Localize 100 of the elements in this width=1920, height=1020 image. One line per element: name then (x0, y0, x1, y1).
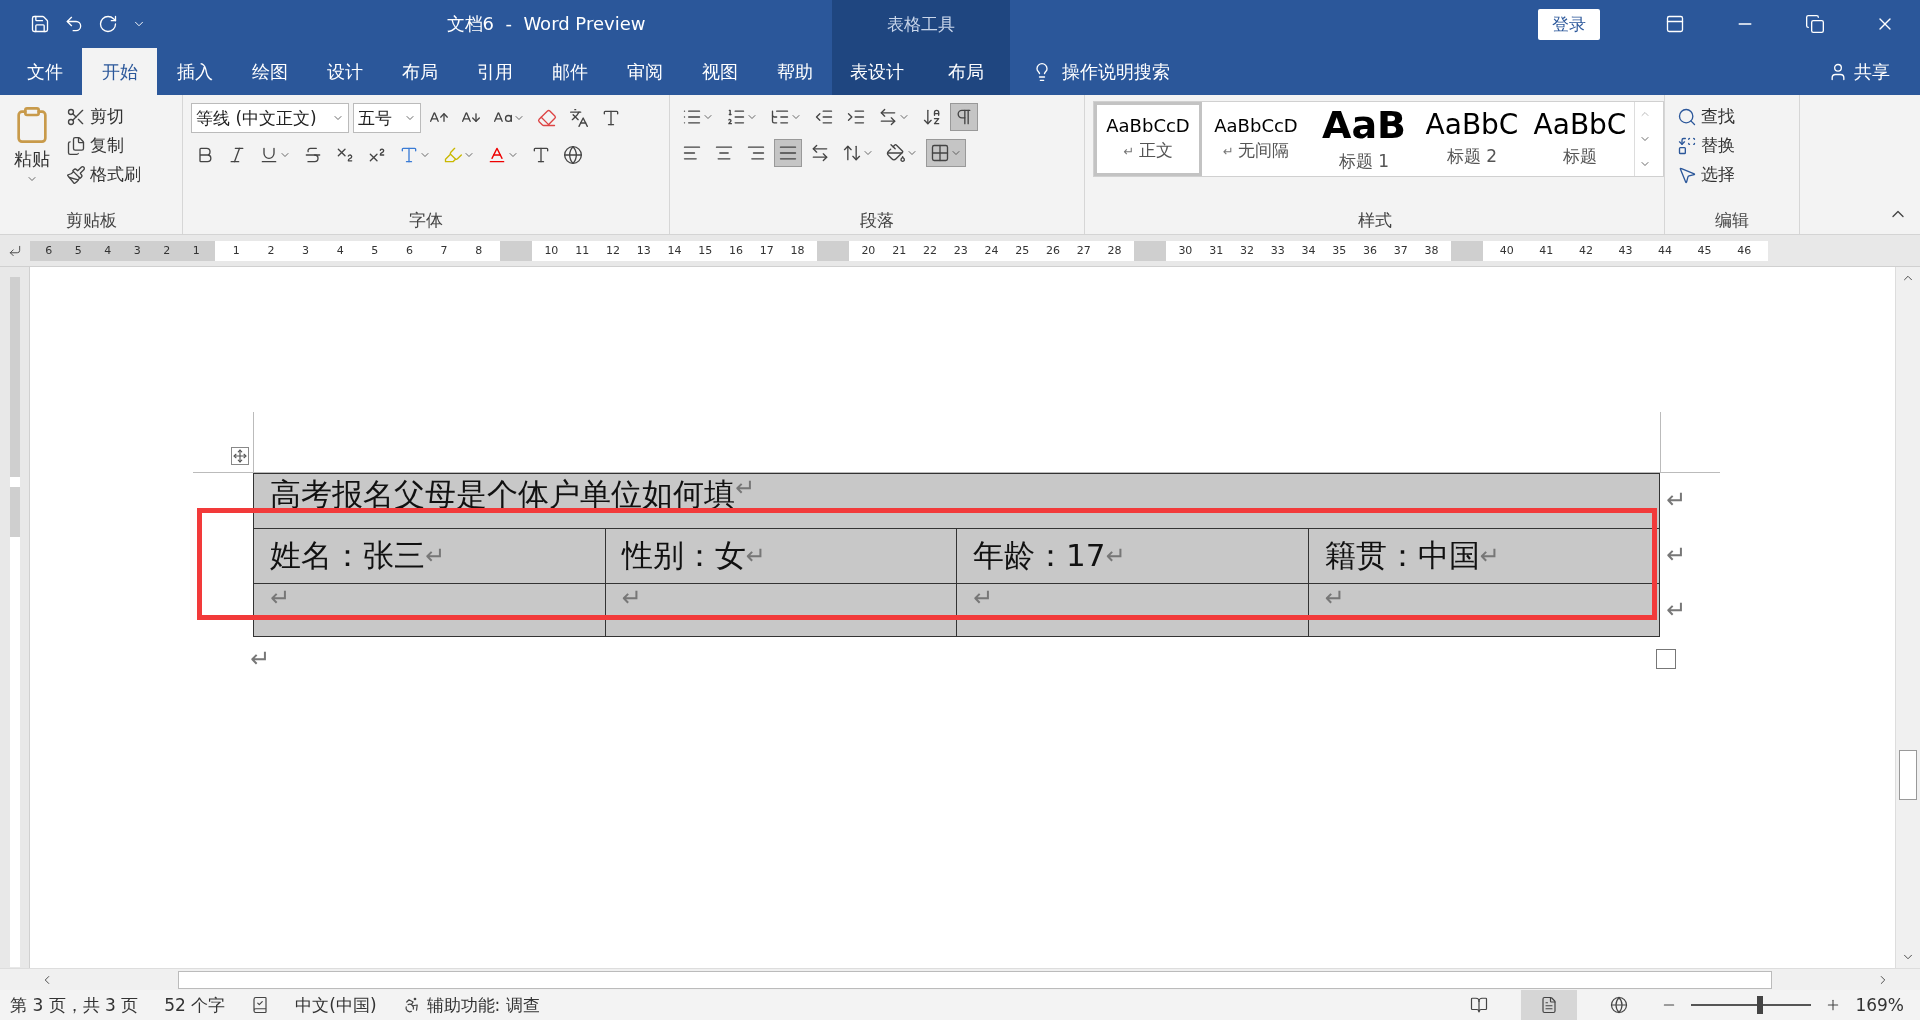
group-label: 样式 (1356, 208, 1393, 232)
editing-command[interactable]: 替换 (1673, 132, 1739, 159)
zoom-level[interactable]: 169% (1855, 995, 1904, 1015)
page-count[interactable]: 第 3 页，共 3 页 (10, 993, 139, 1017)
justify-button[interactable] (774, 139, 802, 167)
menu-tab[interactable]: 绘图 (232, 48, 307, 95)
restore-icon[interactable] (1805, 14, 1825, 34)
ruler-segment (817, 240, 849, 261)
table-cell: ↵ (604, 584, 956, 636)
ruler-segment: 1 2 3 4 5 6 7 8 (215, 240, 500, 261)
style-item[interactable]: AaBbCcD ↵ 正文 (1094, 102, 1202, 176)
replace-icon (1677, 135, 1697, 156)
ruler-segment (1134, 240, 1166, 261)
clear-format-icon (537, 108, 557, 128)
accessibility-status[interactable]: 辅助功能: 调查 (426, 993, 540, 1017)
share-button[interactable]: 共享 (1854, 59, 1890, 84)
scrollbar-thumb[interactable] (178, 970, 1772, 989)
language-indicator[interactable]: 中文(中国) (295, 993, 377, 1017)
phonetic-guide-icon (569, 108, 589, 128)
distribute-icon (810, 143, 830, 163)
editing-command[interactable]: 选择 (1673, 161, 1739, 188)
print-layout-icon[interactable] (1540, 996, 1559, 1014)
ribbon-display-icon[interactable] (1665, 14, 1685, 34)
ruler-segment: 6 5 4 3 2 1 (30, 240, 215, 261)
borders-icon (930, 143, 950, 163)
group-label: 字体 (408, 208, 444, 232)
enclose-character-icon (563, 145, 583, 165)
ruler-segment: 30 31 32 33 34 35 36 37 38 (1166, 240, 1451, 261)
table-cell: ↵ (956, 584, 1308, 636)
tell-me-search[interactable]: 操作说明搜索 (1062, 59, 1170, 84)
ruler-segment: 10 11 12 13 14 15 16 17 18 (532, 240, 817, 261)
show-marks-button[interactable] (950, 103, 978, 131)
search-icon (1677, 106, 1697, 127)
scrollbar-thumb[interactable] (1899, 750, 1917, 800)
web-layout-icon[interactable] (1610, 996, 1629, 1014)
group-label: 段落 (859, 208, 895, 232)
character-shading-icon (531, 145, 551, 165)
table-resize-handle[interactable] (1656, 649, 1676, 669)
table-cell: ↵ (1307, 584, 1659, 636)
menu-tab[interactable]: 文件 (7, 48, 82, 95)
clipboard-command[interactable]: 剪切 (62, 103, 145, 130)
menu-tab[interactable]: 开始 (82, 48, 157, 95)
text-direction-icon (878, 107, 898, 127)
ruler-segment (1451, 240, 1483, 261)
redo-icon[interactable] (98, 14, 118, 34)
menu-tab[interactable]: 表设计 (832, 48, 921, 95)
subscript-icon (335, 145, 355, 165)
menu-tab[interactable]: 帮助 (757, 48, 832, 95)
borders-button[interactable] (926, 139, 966, 167)
menu-tab[interactable]: 布局 (921, 48, 1010, 95)
ruler-segment: 40 41 42 43 44 45 46 (1483, 240, 1768, 261)
table-cell: 年龄：17↵ (956, 529, 1308, 583)
save-icon[interactable] (30, 14, 50, 34)
sort-icon (922, 107, 942, 127)
table-cell: 性别：女↵ (604, 529, 956, 583)
line-spacing-icon (842, 143, 862, 163)
text-effects-icon (399, 145, 419, 165)
menu-tab[interactable]: 审阅 (607, 48, 682, 95)
menu-tab[interactable]: 设计 (307, 48, 382, 95)
row-end-mark: ↵ (1666, 596, 1687, 624)
table-cell-text: ↵ (269, 584, 292, 614)
row-end-mark: ↵ (1666, 486, 1687, 514)
row-end-mark: ↵ (1666, 541, 1687, 569)
ruler-segment (500, 240, 532, 261)
character-border-icon (601, 108, 621, 128)
font-size-field[interactable]: 五号 (353, 103, 421, 133)
menu-tab[interactable]: 布局 (382, 48, 457, 95)
numbering-icon (726, 107, 746, 127)
paste-button[interactable]: 粘贴 (8, 103, 56, 206)
brush-icon (66, 164, 86, 185)
clipboard-command[interactable]: 复制 (62, 132, 145, 159)
scissors-icon (66, 106, 86, 127)
group-label: 编辑 (1714, 208, 1750, 232)
highlighter-icon (443, 145, 463, 165)
read-mode-icon[interactable] (1470, 996, 1489, 1014)
zoom-thumb[interactable] (1757, 996, 1764, 1014)
ruler-segment: 20 21 22 23 24 25 26 27 28 (849, 240, 1134, 261)
menu-tab[interactable]: 视图 (682, 48, 757, 95)
table-cell: 籍贯：中国↵ (1307, 529, 1659, 583)
login-button[interactable]: 登录 (1538, 8, 1600, 40)
proofing-icon[interactable] (251, 996, 270, 1014)
undo-icon[interactable] (64, 14, 84, 34)
clipboard-command[interactable]: 格式刷 (62, 161, 145, 188)
paragraph-mark: ↵ (250, 645, 271, 673)
font-color-icon (487, 145, 507, 165)
word-count[interactable]: 52 个字 (164, 993, 226, 1017)
accessibility-icon (402, 996, 421, 1014)
editing-command[interactable]: 查找 (1673, 103, 1739, 130)
underline-icon (259, 145, 279, 165)
menu-tab[interactable]: 插入 (157, 48, 232, 95)
context-label: 表格工具 (832, 0, 1010, 48)
strikethrough-icon (303, 145, 323, 165)
move-handle-icon[interactable] (231, 447, 249, 465)
font-name-field[interactable]: 等线 (中文正文) (191, 103, 349, 133)
copy-icon (66, 135, 86, 156)
group-label: 剪贴板 (64, 208, 118, 232)
menu-tab[interactable]: 引用 (457, 48, 532, 95)
menu-tab[interactable]: 邮件 (532, 48, 607, 95)
tab-stop-icon[interactable] (8, 243, 22, 258)
shading-icon (886, 143, 906, 163)
